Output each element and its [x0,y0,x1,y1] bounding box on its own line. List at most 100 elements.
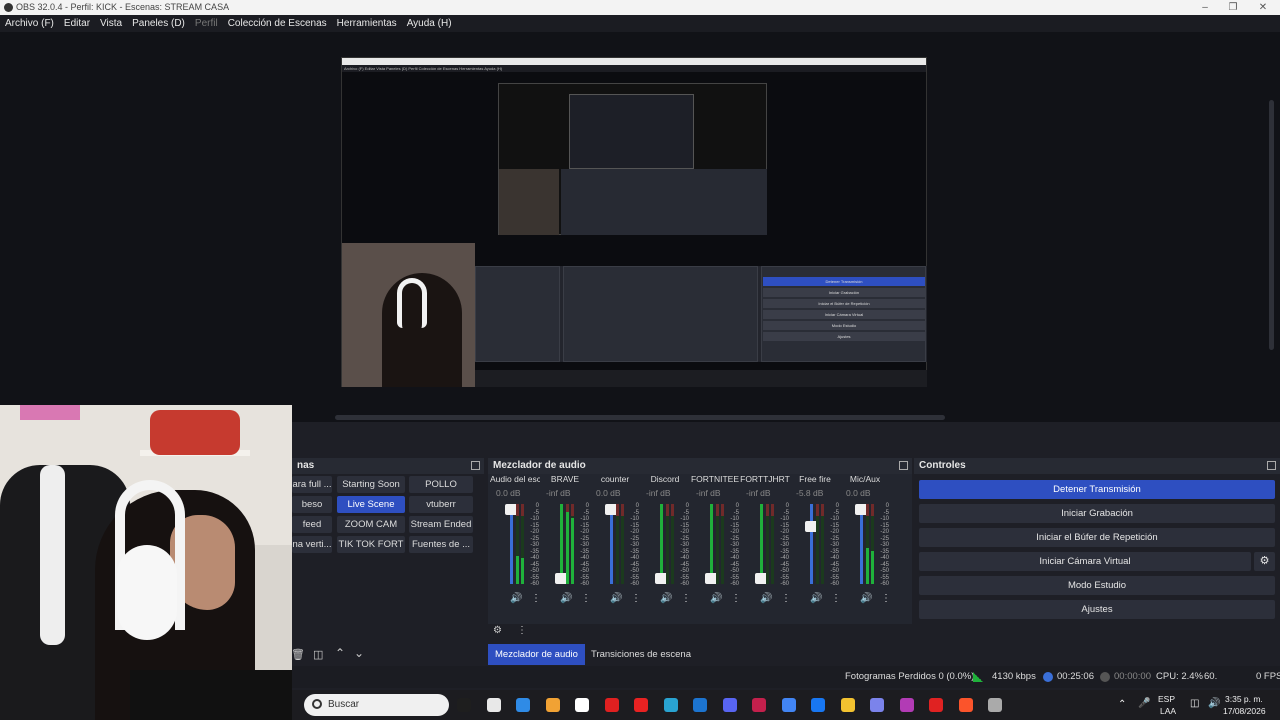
level-scale: 0 -5 -10 -15 -20 -25 -30 -35 -40 -45 -50 -55 -60 [727,503,739,588]
stop-stream-button[interactable]: Detener Transmisión [919,480,1275,499]
scene-button[interactable]: feed [292,516,332,533]
teams-icon[interactable] [870,698,884,712]
mixer-menu-icon[interactable]: ⋮ [517,625,527,636]
start-virtual-camera-button[interactable]: Iniciar Cámara Virtual [919,552,1251,571]
folder-icon[interactable] [840,698,855,712]
level-scale: 0 -5 -10 -15 -20 -25 -30 -35 -40 -45 -50 -55 -60 [827,503,839,588]
speaker-icon[interactable]: 🔊 [610,593,622,604]
menu-paneles[interactable]: Paneles (D) [127,15,190,32]
dock-float-icon[interactable] [1267,461,1276,470]
filter-icon[interactable]: ◫ [313,648,323,661]
preview-horizontal-scrollbar[interactable] [335,415,945,420]
menu-archivo[interactable]: Archivo (F) [0,15,59,32]
preview-vertical-scrollbar[interactable] [1269,100,1274,350]
volume-slider-track[interactable] [510,504,513,584]
menu-vista[interactable]: Vista [95,15,127,32]
tab-scene-transitions[interactable]: Transiciones de escena [584,644,698,665]
move-down-icon[interactable]: ⌄ [354,646,364,660]
language-top[interactable]: ESP [1158,694,1175,704]
clock-time[interactable]: 3:35 p. m. [1225,694,1263,704]
youtube-icon[interactable] [604,698,619,712]
menu-coleccion-escenas[interactable]: Colección de Escenas [223,15,332,32]
scene-button[interactable]: TIK TOK FORT [337,536,405,553]
language-bottom[interactable]: LAA [1160,706,1176,716]
store-icon[interactable] [575,698,589,712]
netflix-icon[interactable] [634,698,648,712]
webcam-headphone-cup [117,545,177,640]
volume-slider-track[interactable] [610,504,613,584]
trash-icon[interactable]: 🗑 [291,648,305,661]
volume-slider-track[interactable] [560,504,563,584]
menu-ayuda[interactable]: Ayuda (H) [402,15,457,32]
opera-icon[interactable] [752,698,766,712]
move-up-icon[interactable]: ⌃ [335,646,345,660]
microphone-icon[interactable]: 🎤 [1138,698,1150,709]
volume-icon[interactable]: 🔊 [1208,698,1220,709]
scene-button[interactable]: na verti... [292,536,332,553]
edge-icon[interactable] [516,698,530,712]
discord-icon[interactable] [722,698,737,712]
edge-browser-icon[interactable] [663,698,678,712]
level-meter [821,504,824,584]
tab-audio-mixer[interactable]: Mezclador de audio [488,644,585,665]
volume-slider-track[interactable] [660,504,663,584]
outlook-icon[interactable] [693,698,707,712]
tasks-icon[interactable] [486,698,501,712]
speaker-icon[interactable]: 🔊 [560,593,572,604]
tray-chevron-icon[interactable]: ⌃ [1118,699,1126,710]
brave-icon[interactable] [958,698,973,712]
scene-button[interactable]: beso [292,496,332,513]
scene-button[interactable]: vtuberr [409,496,473,513]
level-meter [716,504,719,584]
obs-icon[interactable] [988,698,1002,712]
level-meter [771,504,774,584]
scene-button[interactable]: POLLO [409,476,473,493]
taskbar-search[interactable]: Buscar [304,694,449,716]
minimize-icon[interactable]: – [1190,0,1220,15]
maximize-icon[interactable]: ❐ [1218,0,1248,15]
nested-webcam-headphone [397,278,427,328]
speaker-icon[interactable]: 🔊 [510,593,522,604]
close-icon[interactable]: ✕ [1248,0,1278,15]
facebook-icon[interactable] [811,698,825,712]
menu-editar[interactable]: Editar [59,15,95,32]
menu-herramientas[interactable]: Herramientas [332,15,402,32]
level-meter-peak [871,504,874,516]
scene-button[interactable]: ZOOM CAM [337,516,405,533]
app2-icon[interactable] [929,698,943,712]
level-scale: 0 -5 -10 -15 -20 -25 -30 -35 -40 -45 -50 -55 -60 [627,503,639,588]
copilot-icon[interactable] [545,698,560,712]
scene-button[interactable]: Stream Ended [409,516,473,533]
app-icon[interactable] [899,698,914,712]
speaker-icon[interactable]: 🔊 [760,593,772,604]
volume-slider-track[interactable] [710,504,713,584]
scene-button-active[interactable]: Live Scene [337,496,405,513]
virtual-camera-settings-icon[interactable]: ⚙ [1254,552,1275,571]
mixer-channel: FORTNITEE -inf dB 0 -5 -10 -15 -20 -25 -30 -35 -40… [690,454,741,640]
scene-button[interactable]: ara full ... [292,476,332,493]
controls-dock-title: Controles [914,458,1280,474]
speaker-icon[interactable]: 🔊 [710,593,722,604]
start-replay-buffer-button[interactable]: Iniciar el Búfer de Repetición [919,528,1275,547]
volume-slider-track[interactable] [860,504,863,584]
speaker-icon[interactable]: 🔊 [810,593,822,604]
scene-button[interactable]: Starting Soon [337,476,405,493]
dock-float-icon[interactable] [471,461,480,470]
settings-button[interactable]: Ajustes [919,600,1275,619]
speaker-icon[interactable]: 🔊 [860,593,872,604]
channel-name: FORTTJHRT [740,474,790,484]
studio-mode-button[interactable]: Modo Estudio [919,576,1275,595]
speaker-icon[interactable]: 🔊 [660,593,672,604]
menu-perfil[interactable]: Perfil [190,15,223,32]
mixer-settings-icon[interactable]: ⚙ [493,625,502,636]
chrome-icon[interactable] [781,698,796,712]
volume-slider-track[interactable] [760,504,763,584]
channel-menu-icon[interactable]: ⋮ [881,593,891,604]
explorer-view-icon[interactable] [457,698,471,712]
network-icon[interactable]: ◫ [1190,698,1199,709]
level-meter-peak [621,504,624,516]
volume-slider-track[interactable] [810,504,813,584]
start-recording-button[interactable]: Iniciar Grabación [919,504,1275,523]
clock-date[interactable]: 17/08/2026 [1223,706,1266,716]
scene-button[interactable]: Fuentes de ... [409,536,473,553]
